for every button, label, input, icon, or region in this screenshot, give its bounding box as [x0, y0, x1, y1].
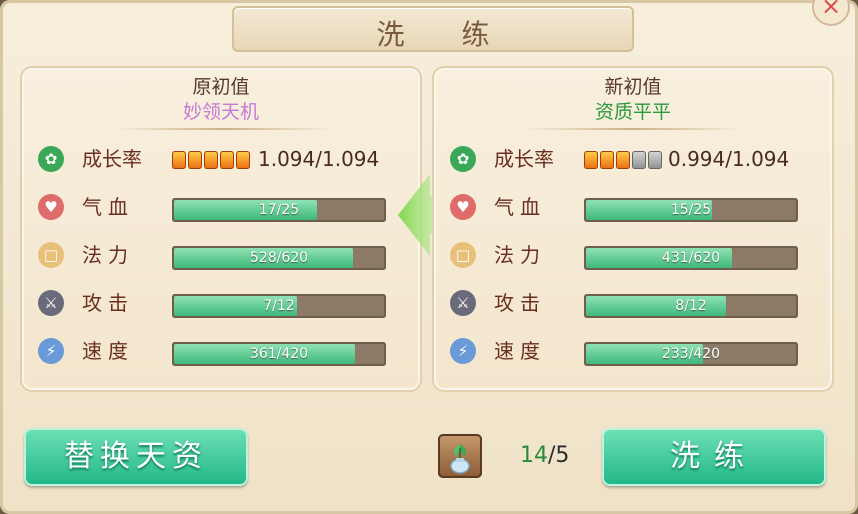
stat-label: 攻击: [82, 291, 134, 315]
growth-boxes: [584, 151, 664, 171]
growth-row: ✿ 成长率 1.094/1.094: [38, 144, 408, 174]
sprout-icon: ✿: [38, 146, 64, 172]
growth-box: [172, 151, 186, 169]
lightning-icon: ⚡: [450, 338, 476, 364]
growth-box: [632, 151, 646, 169]
panel-subtitle: 妙领天机: [182, 101, 259, 123]
heart-icon: ♥: [450, 194, 476, 220]
growth-label: 成长率: [82, 147, 142, 171]
stat-bar-text: 361/420: [249, 346, 309, 362]
growth-boxes: [172, 151, 252, 171]
sword-icon: ⚔: [450, 290, 476, 316]
growth-label: 成长率: [494, 147, 554, 171]
growth-box: [236, 151, 250, 169]
stat-bar-text: 17/25: [258, 202, 300, 218]
stat-bar: 431/620: [584, 246, 798, 270]
stat-label: 气血: [82, 195, 134, 219]
stat-row-spd: ⚡ 速度 361/420: [38, 336, 408, 366]
wash-dialog: 洗 练 × 原初值 妙领天机 ✿ 成长率 1.094/1.094 ♥ 气血 17…: [0, 0, 858, 514]
stat-row-mp: □ 法力 528/620: [38, 240, 408, 270]
new-values-panel: 新初值 资质平平 ✿ 成长率 0.994/1.094 ♥ 气血 15/25 □ …: [432, 66, 834, 392]
growth-box: [220, 151, 234, 169]
title-plate: 洗 练: [232, 6, 634, 52]
stat-row-hp: ♥ 气血 17/25: [38, 192, 408, 222]
stat-label: 速度: [494, 339, 546, 363]
stat-bar-text: 431/620: [661, 250, 721, 266]
growth-box: [600, 151, 614, 169]
stat-bar: 7/12: [172, 294, 386, 318]
lightning-icon: ⚡: [38, 338, 64, 364]
stat-bar: 528/620: [172, 246, 386, 270]
scroll-icon: □: [450, 242, 476, 268]
stat-bar-text: 233/420: [661, 346, 721, 362]
stat-row-hp: ♥ 气血 15/25: [450, 192, 820, 222]
stat-row-atk: ⚔ 攻击 7/12: [38, 288, 408, 318]
heart-icon: ♥: [38, 194, 64, 220]
stat-label: 速度: [82, 339, 134, 363]
stat-bar: 15/25: [584, 198, 798, 222]
stat-bar: 8/12: [584, 294, 798, 318]
sword-icon: ⚔: [38, 290, 64, 316]
stat-label: 法力: [494, 243, 546, 267]
original-values-panel: 原初值 妙领天机 ✿ 成长率 1.094/1.094 ♥ 气血 17/25 □ …: [20, 66, 422, 392]
stat-bar-text: 7/12: [263, 298, 295, 314]
panel-subtitle: 资质平平: [594, 101, 671, 123]
panel-title: 新初值: [604, 76, 662, 98]
growth-box: [648, 151, 662, 169]
replace-talent-button[interactable]: 替换天资: [24, 428, 248, 486]
growth-box: [204, 151, 218, 169]
stat-bar: 233/420: [584, 342, 798, 366]
panel-title: 原初值: [192, 76, 250, 98]
stat-label: 气血: [494, 195, 546, 219]
dialog-title: 洗 练: [376, 18, 514, 51]
growth-row: ✿ 成长率 0.994/1.094: [450, 144, 820, 174]
sprout-icon: ✿: [450, 146, 476, 172]
wash-button[interactable]: 洗练: [602, 428, 826, 486]
divider: [112, 128, 332, 130]
growth-box: [584, 151, 598, 169]
stat-bar: 17/25: [172, 198, 386, 222]
stat-row-mp: □ 法力 431/620: [450, 240, 820, 270]
stat-bar-text: 8/12: [675, 298, 707, 314]
growth-box: [616, 151, 630, 169]
stat-row-spd: ⚡ 速度 233/420: [450, 336, 820, 366]
stat-label: 法力: [82, 243, 134, 267]
stat-label: 攻击: [494, 291, 546, 315]
stat-bar-text: 15/25: [670, 202, 712, 218]
stat-bar-text: 528/620: [249, 250, 309, 266]
stat-bar: 361/420: [172, 342, 386, 366]
item-count-have: 14: [520, 443, 548, 468]
close-button[interactable]: ×: [812, 0, 850, 26]
growth-value: 0.994/1.094: [668, 147, 790, 171]
divider: [524, 128, 744, 130]
item-slot[interactable]: [438, 434, 482, 478]
stat-row-atk: ⚔ 攻击 8/12: [450, 288, 820, 318]
growth-value: 1.094/1.094: [258, 147, 380, 171]
scroll-icon: □: [38, 242, 64, 268]
item-count-need: /5: [548, 443, 570, 468]
potion-plant-icon: [450, 444, 470, 474]
item-counter: 14/5: [520, 443, 569, 468]
growth-box: [188, 151, 202, 169]
